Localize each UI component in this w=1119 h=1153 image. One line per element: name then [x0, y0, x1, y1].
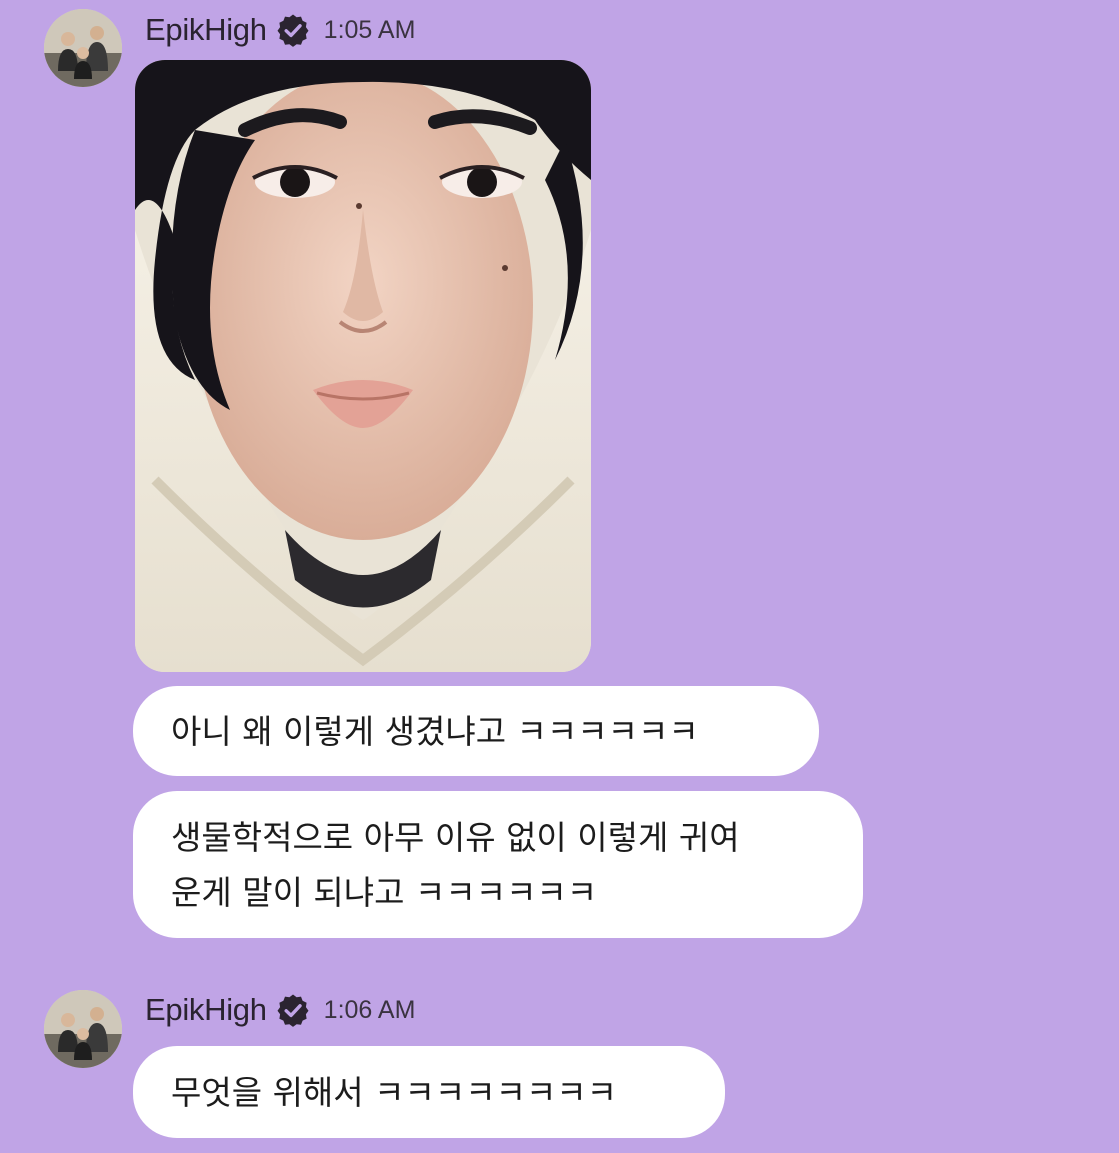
sender-avatar[interactable]	[44, 990, 122, 1068]
message-bubble[interactable]: 무엇을 위해서 ㅋㅋㅋㅋㅋㅋㅋㅋ	[133, 1046, 725, 1138]
photo-attachment[interactable]	[135, 60, 591, 672]
message-text: 무엇을 위해서 ㅋㅋㅋㅋㅋㅋㅋㅋ	[171, 1072, 618, 1112]
sender-name[interactable]: EpikHigh	[145, 12, 267, 48]
message-bubble[interactable]: 생물학적으로 아무 이유 없이 이렇게 귀여 운게 말이 되냐고 ㅋㅋㅋㅋㅋㅋ	[133, 791, 863, 938]
message-text: 생물학적으로 아무 이유 없이 이렇게 귀여 운게 말이 되냐고 ㅋㅋㅋㅋㅋㅋ	[171, 817, 740, 912]
message-timestamp: 1:06 AM	[323, 995, 416, 1024]
message-header: EpikHigh 1:06 AM	[145, 990, 415, 1030]
verified-check-icon	[276, 13, 310, 47]
message-timestamp: 1:05 AM	[323, 15, 416, 44]
sender-name[interactable]: EpikHigh	[145, 992, 267, 1028]
verified-check-icon	[276, 993, 310, 1027]
chat-thread: EpikHigh 1:05 AM 아니 왜 이렇게 생겼냐고 ㅋㅋㅋㅋㅋㅋ 생물…	[0, 0, 1119, 1153]
sender-avatar[interactable]	[44, 9, 122, 87]
message-bubble[interactable]: 아니 왜 이렇게 생겼냐고 ㅋㅋㅋㅋㅋㅋ	[133, 686, 819, 776]
message-text: 아니 왜 이렇게 생겼냐고 ㅋㅋㅋㅋㅋㅋ	[171, 711, 699, 751]
message-header: EpikHigh 1:05 AM	[145, 10, 415, 50]
